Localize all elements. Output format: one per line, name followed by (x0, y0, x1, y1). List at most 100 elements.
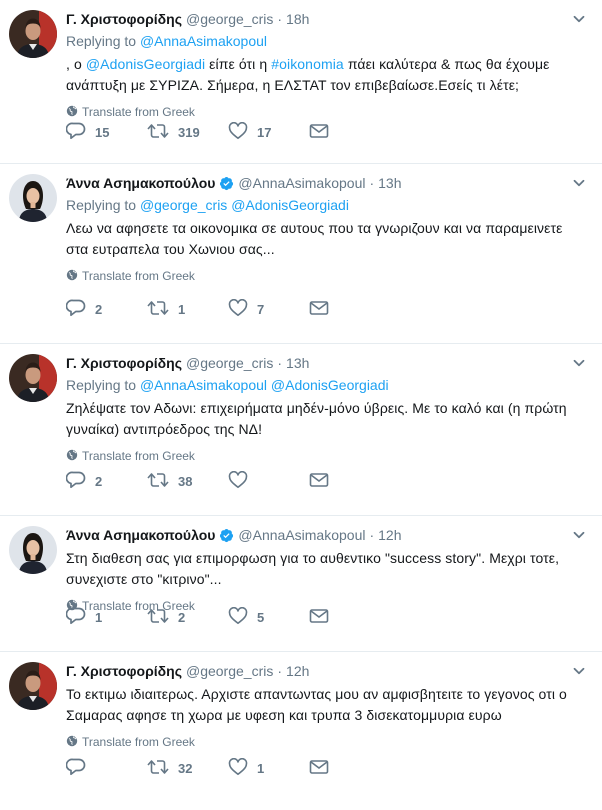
retweet-count: 38 (178, 473, 193, 489)
replying-to-label: Replying to (66, 377, 137, 393)
tweet-time[interactable]: 12h (378, 527, 401, 543)
chevron-down-icon[interactable] (572, 176, 586, 190)
separator-dot: · (277, 355, 283, 371)
mention-link[interactable]: @AdonisGeorgiadi (231, 197, 349, 213)
tweet-actions: 2 38 (65, 470, 390, 492)
like-button[interactable]: 1 (228, 757, 309, 778)
mention-link[interactable]: @AnnaAsimakopoul (140, 33, 267, 49)
reply-icon (65, 471, 86, 492)
avatar[interactable] (9, 174, 57, 222)
display-name[interactable]: Γ. Χριστοφορίδης (66, 11, 182, 27)
translate-link[interactable]: Translate from Greek (66, 448, 586, 464)
avatar[interactable] (9, 526, 57, 574)
user-handle[interactable]: @george_cris (186, 663, 273, 679)
display-name[interactable]: Γ. Χριστοφορίδης (66, 663, 182, 679)
reply-icon (65, 758, 86, 779)
retweet-count: 319 (178, 124, 200, 140)
display-name[interactable]: Άννα Ασημακοπούλου (66, 175, 215, 191)
like-button[interactable] (228, 470, 309, 492)
reply-button[interactable] (65, 758, 147, 779)
tweet-text: , ο @AdonisGeorgiadi είπε ότι η #οikonom… (66, 54, 586, 96)
retweet-button[interactable]: 32 (147, 758, 228, 778)
envelope-icon (309, 759, 329, 778)
tweet-time[interactable]: 13h (378, 175, 401, 191)
chevron-down-icon[interactable] (572, 664, 586, 678)
text-fragment: είπε ότι η (205, 56, 272, 72)
tweet-header: Γ. Χριστοφορίδης @george_cris · 12h (66, 662, 586, 680)
direct-message-button[interactable] (309, 758, 390, 778)
tweet-header: Γ. Χριστοφορίδης @george_cris · 13h (66, 354, 586, 372)
reply-button[interactable]: 1 (65, 607, 147, 627)
chevron-down-icon[interactable] (572, 356, 586, 370)
user-handle[interactable]: @george_cris (186, 11, 273, 27)
like-button[interactable]: 7 (228, 298, 309, 320)
envelope-icon (309, 123, 329, 142)
direct-message-button[interactable] (309, 299, 390, 319)
display-name[interactable]: Άννα Ασημακοπούλου (66, 527, 215, 543)
hashtag-link[interactable]: #οikonomia (271, 56, 344, 72)
retweet-button[interactable]: 319 (147, 122, 228, 142)
reply-button[interactable]: 15 (65, 122, 147, 143)
translate-link[interactable]: Translate from Greek (66, 734, 586, 750)
retweet-button[interactable]: 1 (147, 299, 228, 319)
direct-message-button[interactable] (309, 122, 390, 142)
like-button[interactable]: 17 (228, 121, 309, 142)
display-name[interactable]: Γ. Χριστοφορίδης (66, 355, 182, 371)
mention-link[interactable]: @AdonisGeorgiadi (271, 377, 389, 393)
retweet-button[interactable]: 2 (147, 607, 228, 627)
reply-button[interactable]: 2 (65, 299, 147, 319)
retweet-icon (147, 122, 169, 143)
translate-label: Translate from Greek (82, 449, 195, 463)
like-button[interactable]: 5 (228, 606, 309, 627)
avatar[interactable] (9, 354, 57, 402)
tweet[interactable]: Γ. Χριστοφορίδης @george_cris · 13h Replying… (0, 344, 602, 516)
reply-count: 2 (95, 301, 103, 317)
globe-icon (66, 735, 82, 750)
envelope-icon (309, 472, 329, 491)
like-count: 1 (257, 760, 265, 776)
text-fragment: , ο (66, 56, 86, 72)
replying-to-label: Replying to (66, 33, 137, 49)
reply-count: 2 (95, 473, 103, 489)
chevron-down-icon[interactable] (572, 12, 586, 26)
retweet-icon (147, 471, 169, 492)
globe-icon (66, 449, 82, 464)
user-handle[interactable]: @AnnaAsimakopoul (238, 527, 365, 543)
like-count: 7 (257, 301, 265, 317)
heart-icon (228, 298, 248, 320)
tweet-header: Άννα Ασημακοπούλου @AnnaAsimakopoul · 12h (66, 526, 586, 544)
retweet-icon (147, 607, 169, 628)
reply-button[interactable]: 2 (65, 471, 147, 492)
direct-message-button[interactable] (309, 607, 390, 627)
user-handle[interactable]: @george_cris (186, 355, 273, 371)
mention-link[interactable]: @AnnaAsimakopoul (140, 377, 267, 393)
direct-message-button[interactable] (309, 471, 390, 491)
tweet-time[interactable]: 18h (286, 11, 309, 27)
translate-link[interactable]: Translate from Greek (66, 104, 586, 120)
like-count: 5 (257, 609, 265, 625)
globe-icon (66, 105, 82, 120)
mention-link[interactable]: @george_cris (140, 197, 227, 213)
tweet[interactable]: Άννα Ασημακοπούλου @AnnaAsimakopoul · 12h Στ… (0, 516, 602, 652)
tweet-time[interactable]: 13h (286, 355, 309, 371)
user-handle[interactable]: @AnnaAsimakopoul (238, 175, 365, 191)
separator-dot: · (277, 11, 283, 27)
avatar[interactable] (9, 662, 57, 710)
tweet-time[interactable]: 12h (286, 663, 309, 679)
globe-icon (66, 269, 82, 284)
avatar[interactable] (9, 10, 57, 58)
translate-link[interactable]: Translate from Greek (66, 268, 586, 284)
replying-to: Replying to @AnnaAsimakopoul @AdonisGeor… (66, 376, 586, 394)
heart-icon (228, 470, 248, 492)
reply-count: 1 (95, 609, 103, 625)
tweet[interactable]: Γ. Χριστοφορίδης @george_cris · 12h Το εκτιμ… (0, 652, 602, 810)
mention-link[interactable]: @AdonisGeorgiadi (86, 56, 205, 72)
verified-badge-icon (219, 528, 234, 543)
replying-to-label: Replying to (66, 197, 137, 213)
chevron-down-icon[interactable] (572, 528, 586, 542)
retweet-button[interactable]: 38 (147, 471, 228, 491)
tweet[interactable]: Άννα Ασημακοπούλου @AnnaAsimakopoul · 13h Re… (0, 164, 602, 344)
tweet[interactable]: Γ. Χριστοφορίδης @george_cris · 18h Replying… (0, 0, 602, 164)
reply-icon (65, 122, 86, 143)
retweet-count: 32 (178, 760, 193, 776)
